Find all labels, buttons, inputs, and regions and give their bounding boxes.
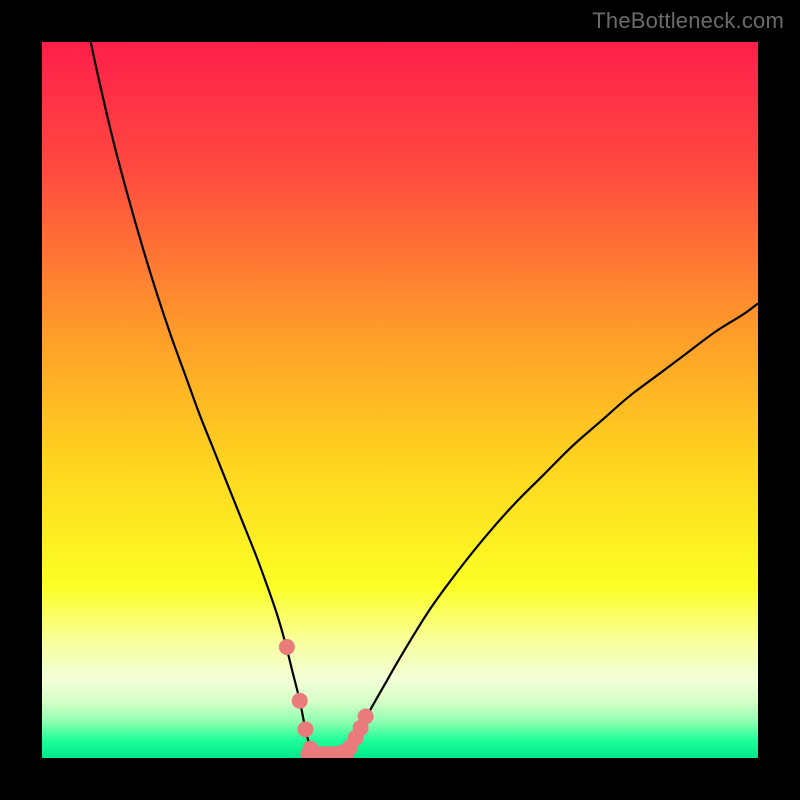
- chart-outer-frame: TheBottleneck.com: [0, 0, 800, 800]
- measured-point: [279, 639, 295, 655]
- plot-area: [42, 42, 758, 758]
- measured-point: [292, 693, 308, 709]
- measured-point: [358, 708, 374, 724]
- measured-point: [297, 721, 313, 737]
- chart-svg: [42, 42, 758, 758]
- watermark-text: TheBottleneck.com: [592, 8, 784, 34]
- gradient-background: [42, 42, 758, 758]
